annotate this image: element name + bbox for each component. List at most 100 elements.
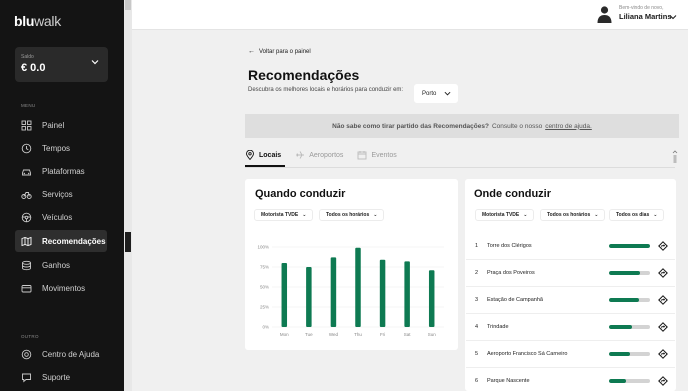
sidebar-item-label: Painel	[42, 120, 65, 130]
sidebar-item-ganhos[interactable]: Ganhos	[15, 254, 107, 276]
x-tick-label: Mon	[280, 332, 289, 337]
filter-value: Motorista TVDE	[261, 212, 299, 218]
tab-eventos[interactable]: Eventos	[357, 145, 397, 165]
sidebar-item-label: Ganhos	[42, 260, 71, 270]
filter-value: Todos os dias	[616, 212, 650, 218]
city-select-value: Porto	[422, 90, 437, 97]
place-rank: 1	[475, 243, 479, 249]
place-row[interactable]: 3 Estação de Campanhã	[466, 287, 675, 314]
place-rank: 3	[475, 297, 479, 303]
balance-value: € 0.0	[21, 62, 46, 74]
place-row[interactable]: 2 Praça dos Poveiros	[466, 260, 675, 287]
sidebar-item-label: Tempos	[42, 143, 71, 153]
directions-icon[interactable]	[658, 349, 668, 359]
sidebar-item-label: Plataformas	[42, 166, 85, 176]
place-row[interactable]: 6 Parque Nascente	[466, 368, 675, 391]
steering-icon	[21, 212, 32, 223]
help-banner: Não sabe como tirar partido das Recomend…	[245, 114, 679, 138]
sidebar-item-label: Recomendações	[42, 236, 106, 246]
bar-sat[interactable]	[404, 261, 410, 327]
place-row[interactable]: 5 Aeroporto Francisco Sá Carneiro	[466, 341, 675, 368]
demand-bar-fill	[609, 244, 650, 248]
bar-sun[interactable]	[428, 270, 435, 327]
directions-icon[interactable]	[658, 376, 668, 386]
x-tick-label: Sun	[428, 332, 437, 337]
driver-type-filter[interactable]: Motorista TVDE ⌄	[475, 209, 535, 221]
sidebar-item-centro-de-ajuda[interactable]: Centro de Ajuda	[15, 343, 107, 365]
sidebar-item-painel[interactable]: Painel	[15, 114, 107, 136]
directions-icon[interactable]	[658, 295, 668, 305]
y-tick-label: 100%	[257, 245, 269, 250]
place-name: Estação de Campanhã	[487, 297, 543, 303]
place-row[interactable]: 4 Trindade	[466, 314, 675, 341]
bar-fri[interactable]	[379, 259, 386, 327]
x-tick-label: Thu	[354, 332, 362, 337]
city-select[interactable]: Porto	[414, 84, 458, 103]
top-header: Bem-vindo de novo, Liliana Martins	[132, 0, 688, 30]
bike-icon	[21, 189, 32, 200]
sidebar-item-movimentos[interactable]: Movimentos	[15, 277, 107, 299]
hours-filter[interactable]: Todos os horários ⌄	[540, 209, 606, 221]
driver-type-filter[interactable]: Motorista TVDE ⌄	[254, 209, 314, 221]
pin-icon	[245, 150, 255, 160]
hours-filter[interactable]: Todos os horários ⌄	[319, 209, 385, 221]
user-name[interactable]: Liliana Martins	[619, 12, 672, 21]
chevron-down-icon	[91, 60, 99, 65]
sidebar-item-veiculos[interactable]: Veículos	[15, 206, 107, 228]
place-name: Praça dos Poveiros	[487, 270, 535, 276]
place-name: Aeroporto Francisco Sá Carneiro	[487, 351, 568, 357]
menu-section-label: MENU	[21, 103, 36, 108]
y-tick-label: 25%	[260, 305, 269, 310]
sidebar-item-label: Movimentos	[42, 283, 86, 293]
tabs-divider	[245, 167, 675, 168]
demand-bar	[609, 271, 650, 275]
bar-wed[interactable]	[330, 257, 337, 327]
demand-bar	[609, 379, 650, 383]
tab-label: Eventos	[371, 151, 397, 159]
chevron-down-icon: ⌄	[594, 212, 599, 218]
sidebar-item-suporte[interactable]: Suporte	[15, 366, 107, 388]
bar-mon[interactable]	[281, 263, 288, 327]
x-tick-label: Sat	[404, 332, 412, 337]
bar-tue[interactable]	[306, 267, 312, 327]
help-banner-title: Não sabe como tirar partido das Recomend…	[332, 122, 489, 130]
avatar[interactable]	[597, 5, 612, 23]
chat-icon	[21, 372, 32, 383]
chevron-down-icon[interactable]	[669, 13, 677, 21]
scrollbar-top-arrow[interactable]	[125, 0, 131, 10]
back-link[interactable]: ← Voltar para o painel	[248, 48, 311, 55]
sidebar-item-tempos[interactable]: Tempos	[15, 137, 107, 159]
y-tick-label: 50%	[260, 285, 269, 290]
directions-icon[interactable]	[658, 322, 668, 332]
tab-aeroportos[interactable]: Aeroportos	[295, 145, 343, 165]
logo-part-blu: blu	[14, 13, 35, 29]
balance-dropdown[interactable]: Saldo € 0.0	[15, 47, 108, 82]
days-filter[interactable]: Todos os dias ⌄	[609, 209, 665, 221]
place-name: Trindade	[487, 324, 509, 330]
demand-bar-fill	[609, 325, 632, 329]
tab-locais[interactable]: Locais	[245, 145, 281, 165]
bar-thu[interactable]	[355, 247, 361, 327]
balance-label: Saldo	[21, 54, 34, 60]
place-rank: 2	[475, 270, 479, 276]
tab-label: Aeroportos	[309, 151, 344, 159]
help-center-link[interactable]: centro de ajuda.	[545, 123, 592, 130]
car-icon	[21, 166, 32, 177]
chevron-down-icon: ⌄	[523, 212, 528, 218]
demand-bar	[609, 325, 650, 329]
directions-icon[interactable]	[658, 241, 668, 251]
sidebar-scrollbar[interactable]	[124, 0, 132, 391]
tabs-scrollbar[interactable]	[672, 150, 678, 164]
sidebar-item-recomendacoes[interactable]: Recomendações	[15, 230, 107, 252]
app-logo[interactable]: bluwalk	[14, 13, 61, 29]
scrollbar-thumb[interactable]	[125, 232, 131, 252]
sidebar-item-plataformas[interactable]: Plataformas	[15, 160, 107, 182]
other-section-label: OUTRO	[21, 334, 39, 339]
chevron-down-icon	[444, 91, 451, 96]
demand-bar	[609, 298, 650, 302]
place-row[interactable]: 1 Torre dos Clérigos	[466, 233, 675, 260]
sidebar-item-servicos[interactable]: Serviços	[15, 183, 107, 205]
sidebar: bluwalk Saldo € 0.0 MENU Painel Tempos P…	[0, 0, 124, 391]
directions-icon[interactable]	[658, 268, 668, 278]
place-rank: 6	[475, 378, 479, 384]
